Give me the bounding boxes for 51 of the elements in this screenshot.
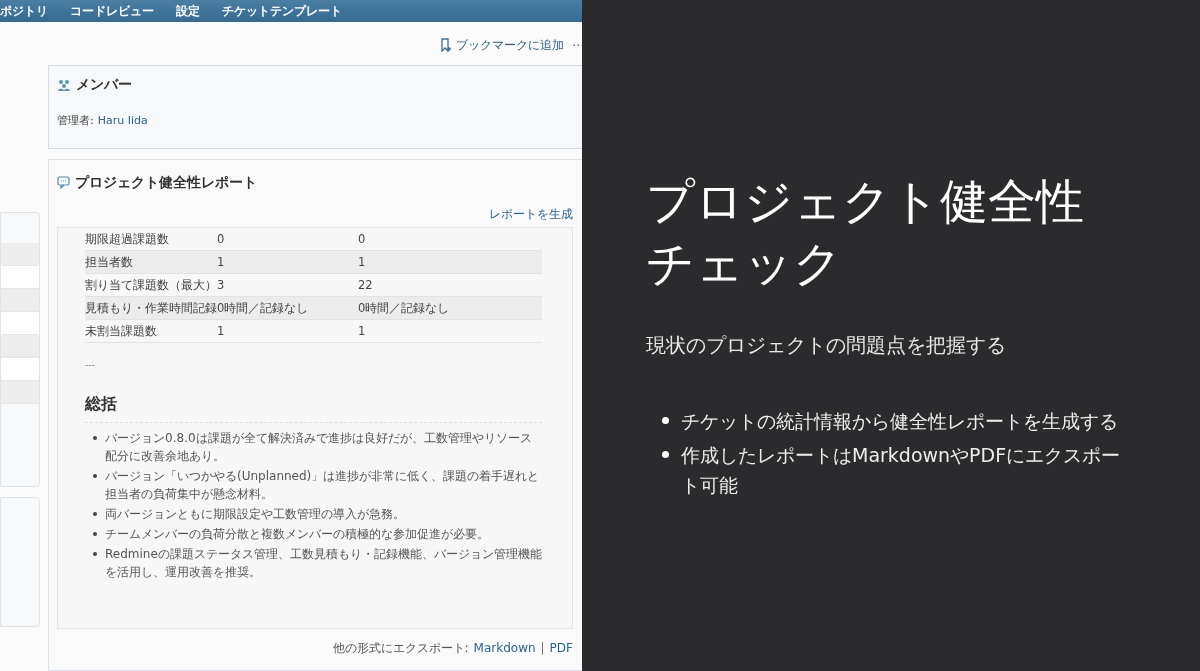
generate-report-link[interactable]: レポートを生成 — [489, 205, 573, 224]
menu-item[interactable]: 設定 — [176, 2, 200, 20]
panel-title: メンバー — [76, 75, 132, 95]
slide-title: プロジェクト健全性チェック — [646, 172, 1085, 293]
panel-title: プロジェクト健全性レポート — [75, 173, 257, 193]
summary-item: チームメンバーの負荷分散と複数メンバーの積極的な参加促進が必要。 — [105, 526, 489, 544]
slide-bullet: 作成したレポートはMarkdownやPDFにエクスポート可能 — [681, 443, 1122, 498]
table-cell: 1 — [358, 322, 366, 340]
summary-item: バージョン「いつかやる(Unplanned)」は進捗が非常に低く、課題の着手遅れと担当者の負荷集中が懸念材料。 — [105, 468, 541, 504]
table-cell: 0 — [358, 230, 366, 248]
bullet-icon — [93, 512, 97, 517]
more-button[interactable]: ⋯ — [572, 35, 582, 54]
table-cell-text: 期限超過課題数 — [85, 230, 170, 248]
table-cell-text: 0 — [217, 230, 226, 248]
comment-icon — [57, 176, 70, 190]
table-cell: 見積もり・作業時間記録 — [85, 299, 217, 317]
table-cell: 0時間／記録なし — [358, 299, 450, 317]
summary-heading: 総括 — [85, 392, 542, 424]
export-label: 他の形式にエクスポート: — [332, 640, 469, 658]
bullet-icon — [93, 552, 97, 557]
manager-label: 管理者: — [57, 113, 94, 130]
bookmark-button[interactable]: ブックマークに追加 — [440, 35, 564, 54]
slide-subtitle: 現状のプロジェクトの問題点を把握する — [646, 332, 1007, 359]
table-cell-text: 未割当課題数 — [85, 322, 158, 340]
menu-item[interactable]: ポジトリ — [0, 2, 48, 20]
table-cell: 22 — [358, 276, 373, 294]
summary-item: バージョン0.8.0は課題が全て解決済みで進捗は良好だが、工数管理やリソース配分に改善余地あり。 — [105, 430, 533, 466]
summary-item: 両バージョンともに期限設定や工数管理の導入が急務。 — [105, 506, 405, 524]
horizontal-rule-text: --- — [85, 361, 96, 371]
table-cell-text: 1 — [217, 322, 226, 340]
manager-link[interactable]: Haru Iida — [97, 113, 148, 130]
table-cell-text: 0時間／記録なし — [217, 299, 310, 317]
bullet-icon — [93, 436, 97, 441]
table-cell-text: 1 — [217, 253, 226, 271]
bookmark-icon — [440, 37, 452, 52]
table-cell-text: 担当者数 — [85, 253, 134, 271]
menu-item[interactable]: コードレビュー — [70, 2, 154, 20]
summary-item: Redmineの課題ステータス管理、工数見積もり・記録機能、バージョン管理機能を活用し、運用改善を推奨。 — [105, 546, 542, 582]
export-link[interactable]: Markdown — [473, 639, 536, 658]
slide-bullet: チケットの統計情報から健全性レポートを生成する — [681, 409, 1119, 434]
table-cell: 1 — [358, 253, 366, 271]
bullet-icon — [93, 532, 97, 537]
bullet-icon — [93, 474, 97, 479]
people-icon — [57, 78, 71, 91]
table-cell-text: 3 — [217, 276, 226, 294]
export-link[interactable]: PDF — [549, 639, 573, 658]
bullet-icon — [662, 417, 669, 424]
bullet-icon — [662, 451, 669, 458]
table-cell: 割り当て課題数（最大） — [85, 276, 217, 294]
export-separator: | — [540, 640, 545, 658]
menu-item[interactable]: チケットテンプレート — [222, 2, 342, 20]
